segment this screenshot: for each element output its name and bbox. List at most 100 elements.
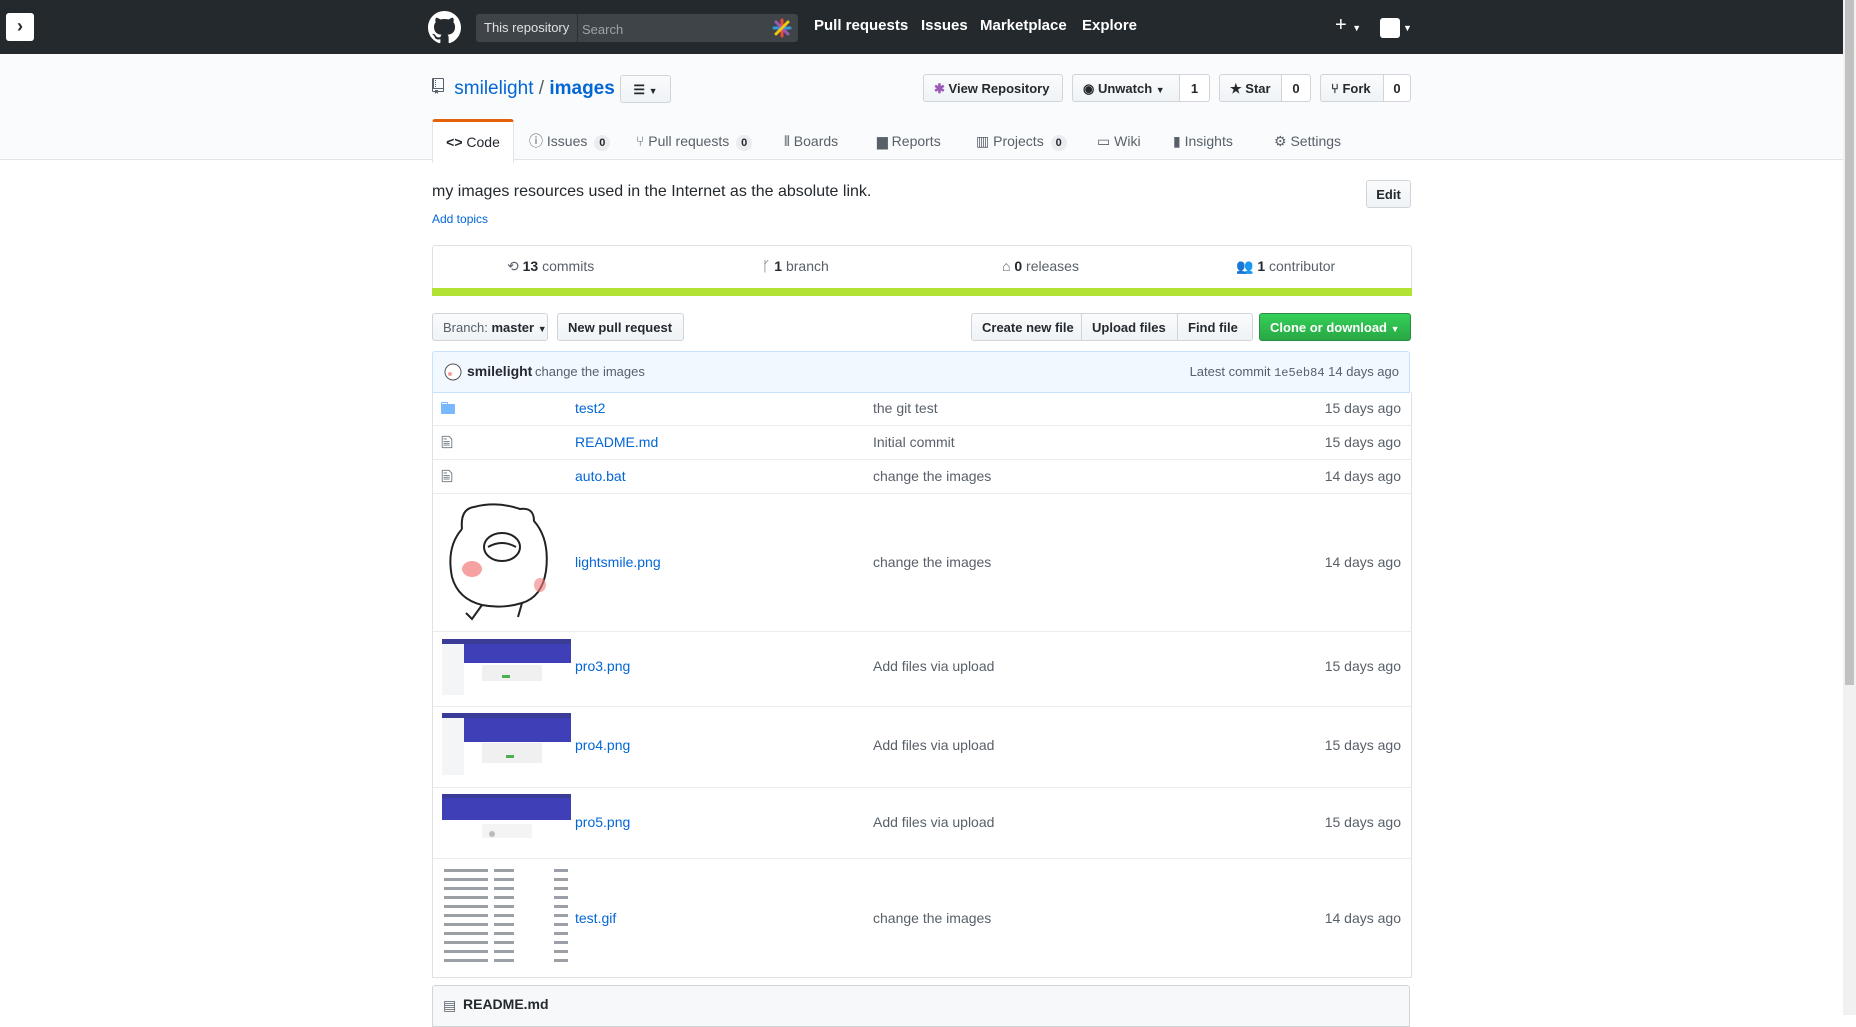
file-commit-message[interactable]: change the images [873, 910, 991, 926]
fork-button[interactable]: ⑂ Fork [1320, 74, 1384, 102]
repo-name-link[interactable]: images [549, 78, 614, 99]
file-link[interactable]: pro4.png [575, 737, 630, 753]
star-count[interactable]: 0 [1282, 74, 1311, 102]
boards-icon: ⫴ [784, 133, 790, 149]
file-age: 15 days ago [1324, 400, 1401, 416]
latest-commit-bar: smilelight change the images Latest comm… [432, 351, 1410, 393]
github-logo-icon[interactable] [428, 11, 461, 44]
lightsmile-thumbnail[interactable] [442, 499, 554, 623]
tab-projects-count: 0 [1050, 135, 1067, 151]
folder-icon [441, 402, 455, 414]
scrollbar-thumb[interactable] [1845, 0, 1854, 685]
file-commit-message[interactable]: the git test [873, 400, 938, 416]
file-age: 15 days ago [1324, 814, 1401, 830]
tab-wiki-label: Wiki [1114, 133, 1141, 149]
add-topics-link[interactable]: Add topics [432, 212, 488, 226]
star-button[interactable]: ★ Star [1219, 74, 1282, 102]
file-commit-message[interactable]: Add files via upload [873, 814, 994, 830]
new-pull-request-button[interactable]: New pull request [557, 313, 684, 341]
pro3-thumbnail[interactable] [442, 639, 571, 695]
repo-owner-link[interactable]: smilelight [454, 78, 533, 99]
file-age: 14 days ago [1324, 468, 1401, 484]
contributors-link[interactable]: 👥 1 contributor [1236, 258, 1335, 275]
repo-description: my images resources used in the Internet… [432, 183, 872, 200]
tab-boards-label: Boards [793, 133, 839, 149]
table-row: pro4.png Add files via upload 15 days ag… [433, 706, 1411, 787]
git-pull-request-icon: ⑂ [636, 133, 645, 149]
commit-message-link[interactable]: change the images [535, 364, 645, 379]
file-link[interactable]: pro5.png [575, 814, 630, 830]
file-link[interactable]: test.gif [575, 910, 616, 926]
tab-pull-requests-label: Pull requests [648, 133, 730, 149]
watch-count[interactable]: 1 [1180, 74, 1210, 102]
sidebar-toggle-chevron-icon[interactable]: › [6, 13, 34, 41]
commits-link[interactable]: ⟲ 13 commits [507, 258, 594, 275]
tab-wiki[interactable]: ▭ Wiki [1097, 121, 1141, 161]
octotree-star-icon[interactable] [772, 18, 792, 38]
file-link[interactable]: pro3.png [575, 658, 630, 674]
readme-title: README.md [463, 996, 549, 1012]
releases-link[interactable]: ⌂ 0 releases [1002, 258, 1079, 274]
tab-settings[interactable]: ⚙ Settings [1274, 121, 1341, 161]
file-text-icon [441, 469, 453, 483]
nav-pull-requests[interactable]: Pull requests [814, 17, 908, 34]
pro5-thumbnail[interactable] [442, 794, 571, 848]
issue-opened-icon: ⓘ [529, 133, 543, 149]
user-avatar[interactable] [1380, 18, 1400, 38]
file-link[interactable]: auto.bat [575, 468, 626, 484]
eye-icon: ◉ [1083, 81, 1095, 96]
file-link[interactable]: test2 [575, 400, 605, 416]
fork-icon: ⑂ [1331, 81, 1339, 96]
tab-insights-label: Insights [1184, 133, 1233, 149]
file-commit-message[interactable]: change the images [873, 554, 991, 570]
language-bar[interactable] [432, 288, 1412, 296]
nav-marketplace[interactable]: Marketplace [980, 17, 1067, 34]
page-scrollbar[interactable] [1843, 0, 1856, 1015]
tab-reports[interactable]: ▆ Reports [877, 121, 941, 161]
branch-link[interactable]: ᚴ 1 branch [762, 258, 829, 274]
file-age: 14 days ago [1324, 910, 1401, 926]
pro4-thumbnail[interactable] [442, 713, 571, 775]
tab-projects[interactable]: ▥ Projects 0 [976, 121, 1067, 161]
view-repository-label: View Repository [948, 81, 1050, 96]
file-commit-message[interactable]: Add files via upload [873, 658, 994, 674]
commits-count: 13 [522, 258, 539, 274]
fork-count[interactable]: 0 [1384, 74, 1411, 102]
tab-issues[interactable]: ⓘ Issues 0 [529, 121, 611, 161]
file-commit-message[interactable]: change the images [873, 468, 991, 484]
nav-explore[interactable]: Explore [1082, 17, 1137, 34]
author-avatar[interactable] [444, 363, 462, 381]
find-file-button[interactable]: Find file [1177, 313, 1253, 341]
search-input[interactable] [580, 14, 764, 44]
octotree-star-icon: ✱ [934, 81, 945, 96]
file-link[interactable]: README.md [575, 434, 658, 450]
branch-name: master [491, 320, 535, 335]
create-new-dropdown[interactable]: + ▼ [1335, 15, 1361, 38]
tag-icon: ⌂ [1002, 258, 1011, 274]
edit-description-button[interactable]: Edit [1366, 180, 1411, 208]
branch-select-button[interactable]: Branch: master ▼ [432, 313, 548, 341]
nav-issues[interactable]: Issues [921, 17, 968, 34]
tab-issues-label: Issues [546, 133, 588, 149]
table-row: test2 the git test 15 days ago [433, 392, 1411, 425]
file-age: 15 days ago [1324, 737, 1401, 753]
commit-sha-link[interactable]: 1e5eb84 [1274, 366, 1324, 380]
test-gif-thumbnail[interactable] [442, 865, 571, 971]
view-repository-button[interactable]: ✱ View Repository [923, 74, 1063, 102]
tab-pull-requests[interactable]: ⑂ Pull requests 0 [636, 121, 753, 161]
file-commit-message[interactable]: Add files via upload [873, 737, 994, 753]
tab-code[interactable]: <> Code [432, 119, 514, 163]
file-commit-message[interactable]: Initial commit [873, 434, 955, 450]
clone-or-download-button[interactable]: Clone or download ▼ [1259, 313, 1411, 341]
octotree-menu-button[interactable]: ☰ ▼ [620, 75, 671, 103]
tab-insights[interactable]: ▮ Insights [1173, 121, 1233, 161]
commit-author-link[interactable]: smilelight [467, 363, 532, 379]
file-link[interactable]: lightsmile.png [575, 554, 661, 570]
upload-files-button[interactable]: Upload files [1081, 313, 1178, 341]
user-menu-caret-icon[interactable]: ▼ [1403, 23, 1412, 33]
releases-count: 0 [1014, 258, 1023, 274]
tab-boards[interactable]: ⫴ Boards [784, 121, 838, 161]
table-row: test.gif change the images 14 days ago [433, 858, 1411, 977]
create-new-file-button[interactable]: Create new file [971, 313, 1082, 341]
watch-button[interactable]: ◉ Unwatch ▼ [1072, 74, 1180, 102]
